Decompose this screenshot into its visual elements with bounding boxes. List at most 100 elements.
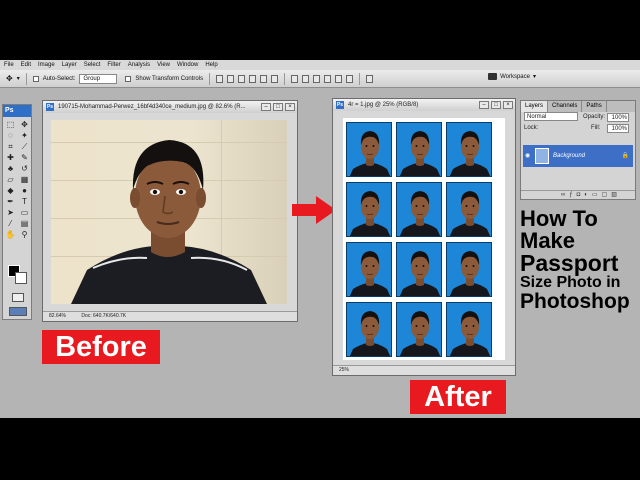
zoom-tool-icon[interactable]: ⚲: [19, 230, 30, 239]
tool-preset-chevron-icon[interactable]: ▾: [17, 75, 20, 82]
lock-icon: 🔒: [621, 153, 629, 159]
distribute-top-icon[interactable]: [291, 74, 299, 83]
fx-icon[interactable]: ƒ: [569, 191, 572, 199]
before-document-window: Ps 190715-Mohammad-Perwez_16bf4d340ce_me…: [42, 100, 298, 322]
divider: [284, 72, 286, 85]
clone-stamp-icon[interactable]: ♣: [5, 164, 16, 173]
auto-select-label: Auto-Select:: [42, 75, 76, 82]
align-vcenter-icon[interactable]: [227, 74, 235, 83]
adjustment-icon[interactable]: ◐: [584, 191, 588, 199]
menu-image[interactable]: Image: [38, 60, 55, 70]
auto-align-icon[interactable]: [366, 74, 374, 83]
gradient-tool-icon[interactable]: ▦: [19, 175, 30, 184]
workspace-switcher[interactable]: Workspace ▾: [488, 73, 536, 80]
new-layer-icon[interactable]: ▢: [602, 191, 608, 199]
tab-paths[interactable]: Paths: [582, 101, 607, 112]
menu-filter[interactable]: Filter: [107, 60, 120, 70]
fill-field[interactable]: 100%: [607, 124, 629, 133]
divider: [209, 72, 211, 85]
layer-thumbnail: [535, 148, 549, 164]
quick-mask-icon[interactable]: [12, 293, 24, 302]
eraser-tool-icon[interactable]: ▱: [5, 175, 16, 184]
close-button[interactable]: ×: [503, 101, 513, 109]
menu-analysis[interactable]: Analysis: [128, 60, 150, 70]
before-caption: Before: [42, 330, 160, 364]
crop-tool-icon[interactable]: ⌗: [5, 142, 16, 151]
opacity-label: Opacity:: [583, 114, 606, 120]
pen-tool-icon[interactable]: ✒: [5, 197, 16, 206]
hand-tool-icon[interactable]: ✋: [5, 230, 16, 239]
path-select-icon[interactable]: ➤: [5, 208, 16, 217]
align-top-icon[interactable]: [216, 74, 224, 83]
mask-icon[interactable]: ◘: [577, 191, 581, 199]
lasso-tool-icon[interactable]: ◌: [5, 131, 16, 140]
transform-controls-checkbox[interactable]: [125, 75, 132, 82]
maximize-button[interactable]: □: [491, 101, 501, 109]
menu-view[interactable]: View: [157, 60, 170, 70]
link-icon[interactable]: ∞: [561, 191, 565, 199]
passport-sheet: [343, 118, 505, 360]
folder-icon[interactable]: ▭: [592, 191, 598, 199]
align-left-icon[interactable]: [249, 74, 257, 83]
blend-row: Normal Opacity: 100%: [521, 112, 635, 123]
before-window-title: 190715-Mohammad-Perwez_16bf4d340ce_mediu…: [58, 104, 246, 110]
auto-select-checkbox[interactable]: [32, 75, 39, 82]
healing-brush-icon[interactable]: ✚: [5, 153, 16, 162]
opacity-field[interactable]: 100%: [607, 113, 629, 122]
distribute-bottom-icon[interactable]: [313, 74, 321, 83]
passport-photo: [346, 242, 392, 297]
move-tool-icon[interactable]: ✥: [19, 120, 30, 129]
distribute-vcenter-icon[interactable]: [302, 74, 310, 83]
distribute-left-icon[interactable]: [324, 74, 332, 83]
passport-photo: [446, 122, 492, 177]
before-photo: [51, 120, 287, 304]
history-brush-icon[interactable]: ↺: [19, 164, 30, 173]
type-tool-icon[interactable]: T: [19, 197, 30, 206]
eyedropper-icon[interactable]: ⁄: [5, 219, 16, 228]
shape-tool-icon[interactable]: ▭: [19, 208, 30, 217]
blur-tool-icon[interactable]: ◆: [5, 186, 16, 195]
close-button[interactable]: ×: [285, 103, 295, 111]
menu-select[interactable]: Select: [84, 60, 101, 70]
menu-layer[interactable]: Layer: [62, 60, 77, 70]
background-color-swatch[interactable]: [15, 272, 27, 284]
zoom-level[interactable]: 25%: [339, 367, 349, 373]
zoom-level[interactable]: 82.64%: [49, 313, 66, 319]
trash-icon[interactable]: ▥: [611, 191, 617, 199]
fill-label: Fill:: [591, 125, 601, 131]
tab-channels[interactable]: Channels: [548, 101, 583, 112]
dodge-tool-icon[interactable]: ●: [19, 186, 30, 195]
menu-window[interactable]: Window: [177, 60, 198, 70]
move-tool-icon[interactable]: ✥: [6, 74, 13, 83]
slice-tool-icon[interactable]: ⟋: [19, 142, 30, 151]
minimize-button[interactable]: –: [261, 103, 271, 111]
auto-select-dropdown[interactable]: Group: [79, 73, 118, 84]
align-hcenter-icon[interactable]: [260, 74, 268, 83]
align-bottom-icon[interactable]: [238, 74, 246, 83]
before-window-titlebar[interactable]: Ps 190715-Mohammad-Perwez_16bf4d340ce_me…: [43, 101, 297, 113]
distribute-right-icon[interactable]: [346, 74, 354, 83]
layer-row-background[interactable]: ◉ Background 🔒: [523, 145, 633, 167]
magic-wand-tool-icon[interactable]: ✦: [19, 131, 30, 140]
brush-tool-icon[interactable]: ✎: [19, 153, 30, 162]
layers-panel-tabs: Layers Channels Paths: [521, 101, 635, 112]
passport-photo: [446, 182, 492, 237]
after-caption: After: [410, 380, 506, 414]
headline-line: Make: [520, 228, 576, 253]
align-right-icon[interactable]: [271, 74, 279, 83]
minimize-button[interactable]: –: [479, 101, 489, 109]
screen-mode-icon[interactable]: [9, 307, 27, 316]
menu-edit[interactable]: Edit: [21, 60, 31, 70]
after-window-titlebar[interactable]: Ps 4r = 1.jpg @ 25% (RGB/8) – □ ×: [333, 99, 515, 111]
blend-mode-dropdown[interactable]: Normal: [524, 112, 578, 121]
marquee-tool-icon[interactable]: ⬚: [5, 120, 16, 129]
maximize-button[interactable]: □: [273, 103, 283, 111]
tab-layers[interactable]: Layers: [521, 101, 549, 112]
distribute-hcenter-icon[interactable]: [335, 74, 343, 83]
note-tool-icon[interactable]: ▤: [19, 219, 30, 228]
menu-file[interactable]: File: [4, 60, 14, 70]
document-icon: Ps: [46, 103, 54, 111]
eye-icon[interactable]: ◉: [525, 145, 530, 167]
after-status-bar: 25%: [333, 365, 515, 375]
menu-help[interactable]: Help: [205, 60, 217, 70]
